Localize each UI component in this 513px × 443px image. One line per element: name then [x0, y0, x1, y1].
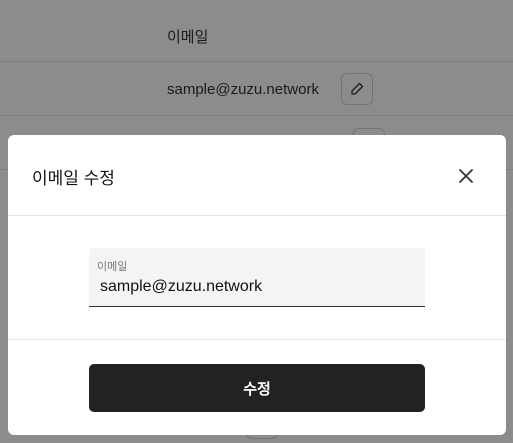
- email-field[interactable]: 이메일: [89, 248, 425, 307]
- modal-body: 이메일: [8, 216, 506, 340]
- modal-header: 이메일 수정: [8, 135, 506, 216]
- close-icon: [459, 169, 473, 183]
- edit-email-modal: 이메일 수정 이메일 수정: [8, 135, 506, 435]
- email-field-label: 이메일: [97, 261, 128, 273]
- modal-title: 이메일 수정: [32, 169, 115, 188]
- email-input[interactable]: [100, 278, 414, 296]
- modal-footer: 수정: [8, 340, 506, 435]
- close-button[interactable]: [454, 164, 478, 188]
- submit-button[interactable]: 수정: [89, 364, 425, 412]
